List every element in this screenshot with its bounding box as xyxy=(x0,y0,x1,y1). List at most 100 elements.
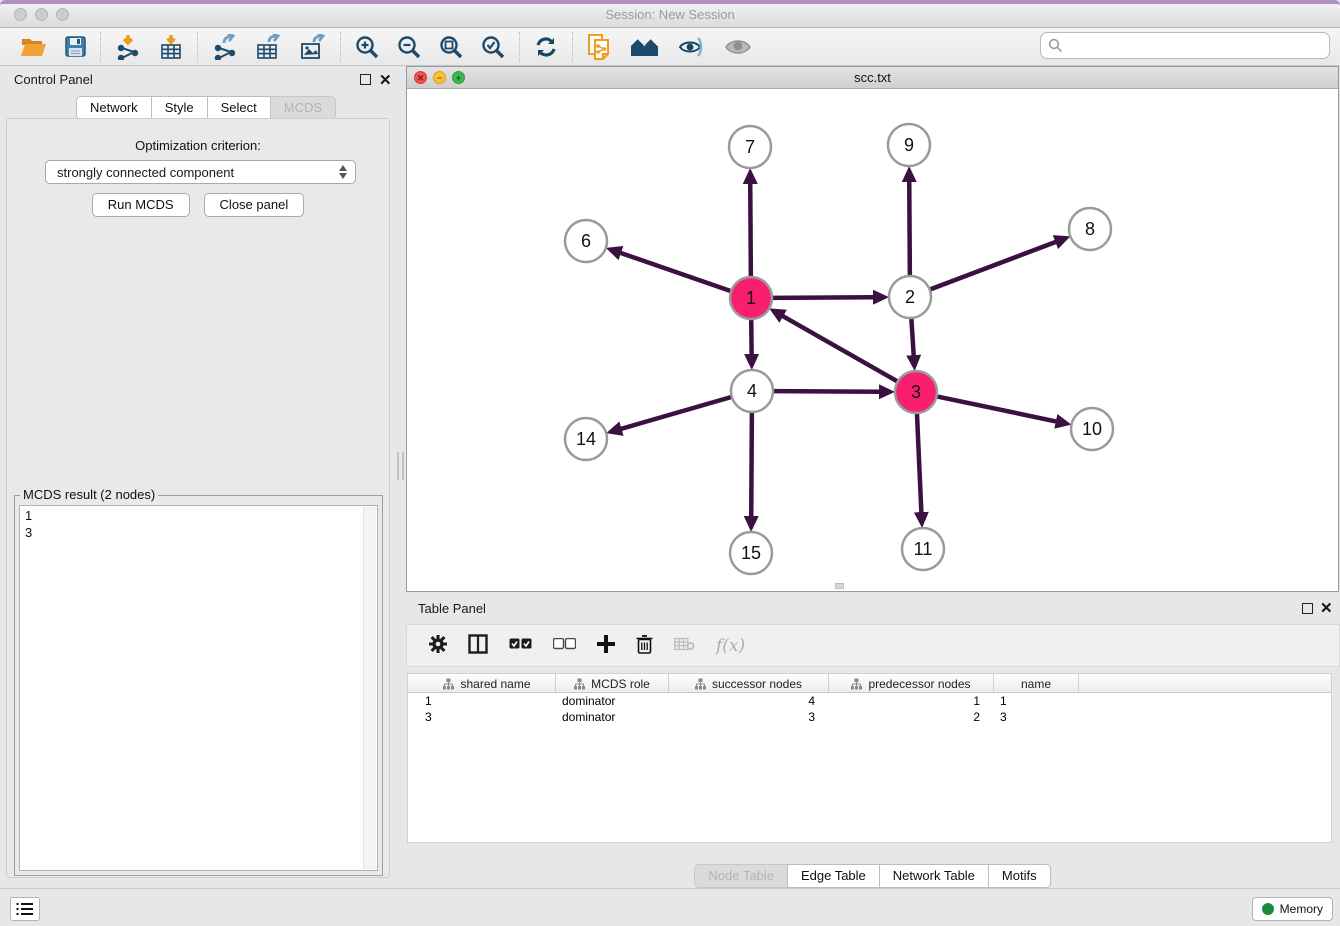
close-panel-button[interactable]: Close panel xyxy=(204,193,305,217)
search-icon xyxy=(1048,38,1063,53)
table-row[interactable]: 1dominator411 xyxy=(408,693,1331,709)
network-graph[interactable]: 7968124314101511 xyxy=(407,89,1338,592)
column-header-MCDS-role[interactable]: MCDS role xyxy=(556,674,669,693)
table-panel-tabs: Node TableEdge TableNetwork TableMotifs xyxy=(406,864,1340,888)
column-header-shared-name[interactable]: shared name xyxy=(419,674,556,693)
function-builder-button[interactable]: f(x) xyxy=(716,636,745,656)
column-label: successor nodes xyxy=(712,677,802,691)
tab-mcds[interactable]: MCDS xyxy=(270,96,336,120)
tab-motifs[interactable]: Motifs xyxy=(988,864,1051,888)
table-panel-float-button[interactable] xyxy=(1302,603,1313,614)
tab-style[interactable]: Style xyxy=(151,96,208,120)
cell-MCDS-role[interactable]: dominator xyxy=(556,694,669,708)
control-panel-close-button[interactable]: ✕ xyxy=(379,71,392,89)
edge-3-11[interactable] xyxy=(917,414,921,514)
table-panel-close-button[interactable]: ✕ xyxy=(1320,599,1333,617)
mcds-result-area[interactable]: 1 3 xyxy=(19,505,378,871)
edge-3-1[interactable] xyxy=(781,315,896,381)
node-label-3: 3 xyxy=(911,382,921,402)
cell-successor-nodes[interactable]: 4 xyxy=(669,694,829,708)
tab-select[interactable]: Select xyxy=(207,96,271,120)
mcds-result-groupbox: MCDS result (2 nodes) 1 3 xyxy=(14,495,383,876)
table-row[interactable]: 3dominator323 xyxy=(408,709,1331,725)
zoom-selected-button[interactable] xyxy=(472,31,514,63)
edge-2-8[interactable] xyxy=(931,241,1058,289)
edge-1-6[interactable] xyxy=(619,252,730,290)
export-image-button[interactable] xyxy=(291,31,335,63)
cell-predecessor-nodes[interactable]: 1 xyxy=(829,694,994,708)
canvas-splitter-handle[interactable] xyxy=(835,583,844,589)
delete-table-button[interactable] xyxy=(674,637,695,654)
export-network-button[interactable] xyxy=(203,31,247,63)
edge-3-10[interactable] xyxy=(938,397,1058,422)
cell-shared-name[interactable]: 1 xyxy=(419,694,556,708)
delete-row-button[interactable] xyxy=(636,635,653,657)
zoom-fit-button[interactable] xyxy=(430,31,472,63)
node-label-2: 2 xyxy=(905,287,915,307)
apply-layout-button[interactable] xyxy=(525,31,567,63)
show-networks-button[interactable] xyxy=(621,31,669,63)
zoom-in-button[interactable] xyxy=(346,31,388,63)
open-folder-icon xyxy=(21,36,47,57)
node-table[interactable]: shared name MCDS role successor nodes prede… xyxy=(407,673,1332,843)
checked-boxes-icon xyxy=(509,638,532,650)
toolbar-separator xyxy=(100,32,101,62)
control-panel-tabs: NetworkStyleSelectMCDS xyxy=(77,96,336,120)
memory-button[interactable]: Memory xyxy=(1252,897,1333,921)
search-input[interactable] xyxy=(1063,36,1329,56)
edge-4-14[interactable] xyxy=(620,397,731,429)
network-canvas[interactable]: 7968124314101511 xyxy=(407,89,1338,591)
cell-shared-name[interactable]: 3 xyxy=(419,710,556,724)
refresh-icon xyxy=(534,35,558,59)
zoom-in-icon xyxy=(355,35,379,59)
unselect-all-button[interactable] xyxy=(553,638,576,653)
export-table-button[interactable] xyxy=(247,31,291,63)
network-window-titlebar[interactable]: ✕ − + scc.txt xyxy=(407,67,1338,89)
node-label-7: 7 xyxy=(745,137,755,157)
network-window-title: scc.txt xyxy=(407,70,1338,85)
network-view-window: ✕ − + scc.txt 7968124314101511 xyxy=(406,66,1339,592)
tab-edge-table[interactable]: Edge Table xyxy=(787,864,880,888)
global-search-field[interactable] xyxy=(1040,32,1330,59)
edge-2-9[interactable] xyxy=(909,180,910,275)
edge-4-3[interactable] xyxy=(774,391,881,392)
import-network-button[interactable] xyxy=(106,31,150,63)
save-session-button[interactable] xyxy=(56,31,95,63)
tab-network[interactable]: Network xyxy=(76,96,152,120)
criterion-value: strongly connected component xyxy=(57,165,234,180)
zoom-out-button[interactable] xyxy=(388,31,430,63)
run-mcds-button[interactable]: Run MCDS xyxy=(92,193,190,217)
node-label-15: 15 xyxy=(741,543,761,563)
table-settings-button[interactable] xyxy=(429,635,447,656)
criterion-dropdown[interactable]: strongly connected component xyxy=(45,160,356,184)
column-header-name[interactable]: name xyxy=(994,674,1079,693)
toolbar-separator xyxy=(572,32,573,62)
show-column-button[interactable] xyxy=(468,634,488,657)
edge-1-2[interactable] xyxy=(773,297,875,298)
show-graphics-button[interactable] xyxy=(715,31,761,63)
edge-4-15[interactable] xyxy=(751,413,752,518)
export-network-icon xyxy=(212,34,238,60)
control-panel-float-button[interactable] xyxy=(360,74,371,85)
task-history-button[interactable] xyxy=(10,897,40,921)
duplicate-network-button[interactable] xyxy=(578,31,621,63)
open-session-button[interactable] xyxy=(12,31,56,63)
tab-network-table[interactable]: Network Table xyxy=(879,864,989,888)
cell-name[interactable]: 3 xyxy=(994,710,1079,724)
cell-successor-nodes[interactable]: 3 xyxy=(669,710,829,724)
add-row-button[interactable] xyxy=(597,635,615,656)
select-all-button[interactable] xyxy=(509,638,532,653)
cell-name[interactable]: 1 xyxy=(994,694,1079,708)
result-scrollbar[interactable] xyxy=(363,507,376,869)
hide-graphics-button[interactable] xyxy=(669,31,715,63)
import-table-button[interactable] xyxy=(150,31,192,63)
panel-splitter-handle[interactable] xyxy=(397,452,404,480)
column-header-predecessor-nodes[interactable]: predecessor nodes xyxy=(829,674,994,693)
column-label: MCDS role xyxy=(591,677,650,691)
cell-MCDS-role[interactable]: dominator xyxy=(556,710,669,724)
tab-node-table[interactable]: Node Table xyxy=(694,864,788,888)
edge-1-7[interactable] xyxy=(750,182,751,276)
edge-2-3[interactable] xyxy=(911,319,913,357)
cell-predecessor-nodes[interactable]: 2 xyxy=(829,710,994,724)
column-header-successor-nodes[interactable]: successor nodes xyxy=(669,674,829,693)
